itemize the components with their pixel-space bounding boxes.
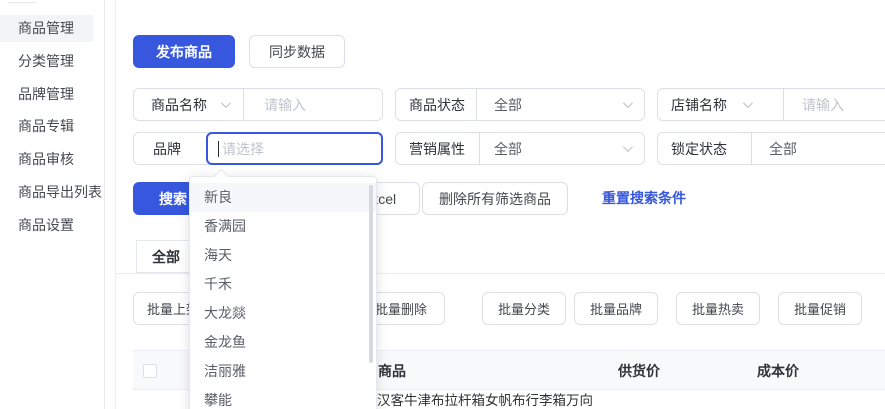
column-header-product: 商品 <box>378 351 406 391</box>
product-name-field-select[interactable]: 商品名称 <box>134 89 243 120</box>
select-all-checkbox[interactable] <box>143 364 157 378</box>
dropdown-option-xiangmanyuan[interactable]: 香满园 <box>190 212 376 241</box>
sidebar-item-brand-management[interactable]: 品牌管理 <box>0 81 93 108</box>
product-name-filter: 商品名称 请输入 <box>133 88 383 121</box>
product-status-select[interactable]: 全部 <box>477 89 644 120</box>
product-status-label: 商品状态 <box>396 89 476 120</box>
lock-status-select[interactable]: 全部 <box>752 133 885 164</box>
table-row-product-title[interactable]: 汉客牛津布拉杆箱女帆布行李箱万向 <box>377 390 593 409</box>
publish-product-button[interactable]: 发布商品 <box>133 35 235 68</box>
dropdown-option-qianhe[interactable]: 千禾 <box>190 270 376 299</box>
brand-label: 品牌 <box>134 133 206 164</box>
shop-name-placeholder: 请输入 <box>802 95 844 115</box>
batch-category-button[interactable]: 批量分类 <box>482 292 566 325</box>
shop-name-input[interactable]: 请输入 <box>784 89 885 120</box>
chevron-down-icon <box>221 98 231 108</box>
brand-label-text: 品牌 <box>153 139 181 159</box>
product-status-filter: 商品状态 全部 <box>395 88 645 121</box>
lock-status-label: 锁定状态 <box>658 133 751 164</box>
sync-data-button[interactable]: 同步数据 <box>249 35 345 68</box>
sidebar-item-product-management[interactable]: 商品管理 <box>0 15 93 42</box>
marketing-attr-filter: 营销属性 全部 <box>395 132 645 165</box>
marketing-attr-label: 营销属性 <box>396 133 479 164</box>
content-left-border <box>115 0 116 409</box>
sidebar-item-product-album[interactable]: 商品专辑 <box>0 113 93 140</box>
batch-promo-button[interactable]: 批量促销 <box>778 292 862 325</box>
chevron-down-icon <box>623 98 633 108</box>
dropdown-option-jinlongyu[interactable]: 金龙鱼 <box>190 328 376 357</box>
column-header-cost-price: 成本价 <box>757 351 799 391</box>
dropdown-scrollbar[interactable] <box>369 185 373 363</box>
text-cursor <box>218 141 219 157</box>
brand-filter: 品牌 请选择 <box>133 132 383 165</box>
dropdown-arrow <box>214 169 228 183</box>
brand-placeholder: 请选择 <box>222 139 264 159</box>
brand-dropdown-menu: 新良 香满园 海天 千禾 大龙燚 金龙鱼 洁丽雅 攀能 <box>189 176 377 409</box>
product-name-input[interactable]: 请输入 <box>244 89 382 120</box>
sidebar-item-category-management[interactable]: 分类管理 <box>0 48 93 75</box>
lock-status-label-text: 锁定状态 <box>671 139 727 159</box>
product-status-value: 全部 <box>494 95 522 115</box>
product-name-label: 商品名称 <box>151 95 207 115</box>
product-management-page: 商品管理 分类管理 品牌管理 商品专辑 商品审核 商品导出列表 商品设置 发布商… <box>0 0 885 409</box>
shop-name-filter: 店铺名称 请输入 <box>657 88 885 121</box>
chevron-down-icon <box>743 98 753 108</box>
delete-filtered-button[interactable]: 删除所有筛选商品 <box>422 182 568 215</box>
product-status-label-text: 商品状态 <box>409 95 465 115</box>
dropdown-option-panneng[interactable]: 攀能 <box>190 386 376 409</box>
chevron-down-icon <box>623 142 633 152</box>
marketing-attr-label-text: 营销属性 <box>409 139 465 159</box>
dropdown-option-jieliya[interactable]: 洁丽雅 <box>190 357 376 386</box>
dropdown-option-xinliang[interactable]: 新良 <box>190 183 376 212</box>
sidebar-item-product-export-list[interactable]: 商品导出列表 <box>0 179 93 206</box>
lock-status-value: 全部 <box>769 139 797 159</box>
batch-hot-sale-button[interactable]: 批量热卖 <box>676 292 760 325</box>
shop-name-label: 店铺名称 <box>671 95 727 115</box>
tab-all[interactable]: 全部 <box>136 240 196 273</box>
sidebar: 商品管理 分类管理 品牌管理 商品专辑 商品审核 商品导出列表 商品设置 <box>0 0 105 409</box>
brand-select-input[interactable]: 请选择 <box>206 132 383 165</box>
reset-search-link[interactable]: 重置搜索条件 <box>602 182 686 215</box>
sidebar-item-product-settings[interactable]: 商品设置 <box>0 212 93 239</box>
dropdown-option-dalongyi[interactable]: 大龙燚 <box>190 299 376 328</box>
marketing-attr-select[interactable]: 全部 <box>480 133 644 164</box>
batch-brand-button[interactable]: 批量品牌 <box>574 292 658 325</box>
marketing-attr-value: 全部 <box>494 139 522 159</box>
product-name-placeholder: 请输入 <box>264 95 306 115</box>
column-header-supply-price: 供货价 <box>618 351 660 391</box>
shop-name-field-select[interactable]: 店铺名称 <box>658 89 783 120</box>
lock-status-filter: 锁定状态 全部 <box>657 132 885 165</box>
dropdown-option-haitian[interactable]: 海天 <box>190 241 376 270</box>
sidebar-item-product-review[interactable]: 商品审核 <box>0 146 93 173</box>
sidebar-divider <box>8 2 36 3</box>
